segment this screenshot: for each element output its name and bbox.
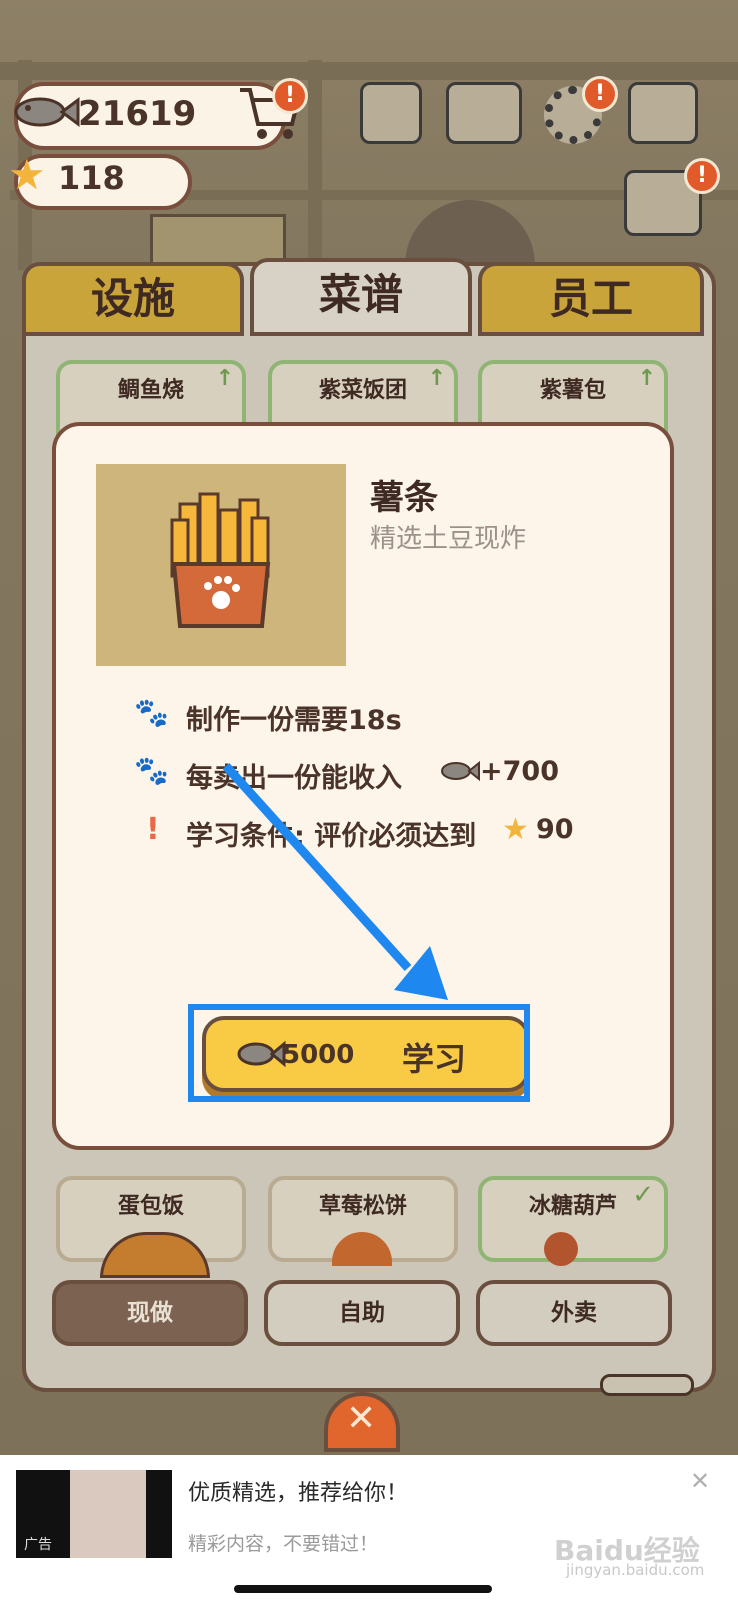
- omurice-image: [100, 1232, 210, 1278]
- highlight-box: [188, 1004, 530, 1102]
- checkmark-icon: ✓: [632, 1180, 654, 1210]
- ad-label: 广告: [24, 1537, 52, 1553]
- ad-subtitle: 精彩内容，不要错过！: [188, 1533, 379, 1555]
- ad-thumbnail[interactable]: 广告: [16, 1470, 172, 1558]
- ad-thumbnail-photo: [70, 1470, 146, 1558]
- recipe-card[interactable]: 蛋包饭: [56, 1176, 246, 1278]
- tanghulu-image: [544, 1232, 578, 1266]
- watermark-url: jingyan.baidu.com: [566, 1561, 705, 1579]
- progress-indicator: [600, 1374, 694, 1396]
- recipe-card-title: 草莓松饼: [318, 1194, 407, 1219]
- close-icon: ✕: [346, 1398, 377, 1439]
- ad-title: 优质精选，推荐给你！: [188, 1481, 409, 1506]
- tab-delivery[interactable]: 外卖: [476, 1280, 672, 1346]
- tab-self-service[interactable]: 自助: [264, 1280, 460, 1346]
- home-indicator: [234, 1585, 492, 1593]
- tutorial-arrow: [222, 762, 448, 1000]
- ad-banner[interactable]: 广告 优质精选，推荐给你！ 精彩内容，不要错过！ ✕ Baidu经验 jingy…: [0, 1455, 738, 1600]
- ad-close-icon[interactable]: ✕: [690, 1467, 710, 1495]
- recipe-card[interactable]: 冰糖葫芦 ✓: [478, 1176, 668, 1266]
- recipe-card-title: 蛋包饭: [117, 1194, 184, 1219]
- recipe-card[interactable]: 草莓松饼: [268, 1176, 458, 1266]
- pancake-image: [332, 1232, 392, 1266]
- tab-dine-in[interactable]: 现做: [52, 1280, 248, 1346]
